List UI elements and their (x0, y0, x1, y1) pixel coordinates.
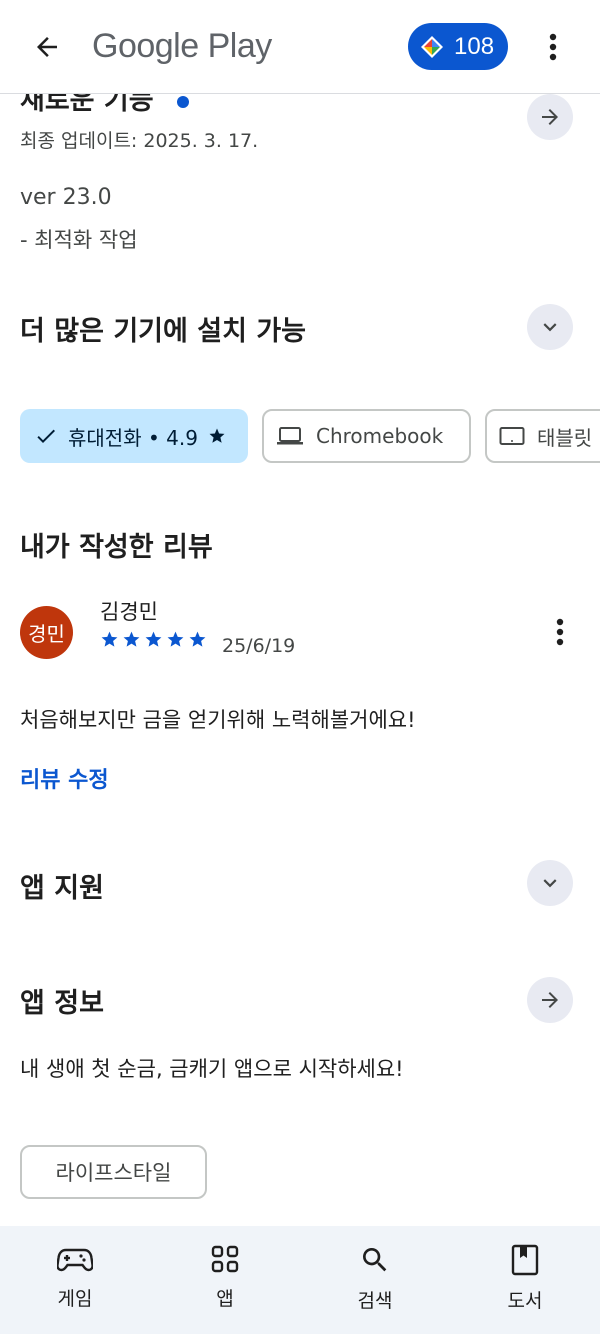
google-play-title: Google Play (92, 27, 272, 65)
tablet-icon (499, 427, 525, 445)
device-chip-chromebook-label: Chromebook (316, 424, 444, 448)
book-icon (511, 1244, 539, 1276)
whats-new-arrow-button[interactable] (527, 94, 573, 140)
nav-label-books: 도서 (507, 1290, 543, 1312)
nav-item-search[interactable]: 검색 (300, 1226, 450, 1334)
bottom-navigation: 게임 앱 검색 도서 (0, 1226, 600, 1334)
avatar: 경민 (20, 606, 73, 659)
device-chip-phone[interactable]: 휴대전화 • 4.9 (20, 409, 248, 463)
gamepad-icon (57, 1248, 93, 1272)
devices-expand-button[interactable] (527, 304, 573, 350)
star-icon (123, 631, 140, 647)
top-app-bar: Google Play 108 (0, 0, 600, 94)
my-review-title: 내가 작성한 리뷰 (20, 532, 213, 563)
play-points-diamond-icon (421, 35, 443, 58)
release-notes-text: - 최적화 작업 (20, 228, 138, 252)
review-more-button[interactable] (548, 612, 572, 652)
arrow-forward-icon (542, 992, 558, 1008)
about-app-title: 앱 정보 (20, 988, 104, 1019)
arrow-back-icon (37, 37, 57, 57)
star-icon (145, 631, 162, 647)
category-tag-chip[interactable]: 라이프스타일 (20, 1145, 207, 1199)
device-chip-phone-label: 휴대전화 • 4.9 (68, 425, 198, 450)
chevron-down-icon (543, 323, 557, 332)
check-icon (37, 429, 55, 443)
play-points-count: 108 (454, 32, 495, 60)
star-icon (101, 631, 118, 647)
version-text: ver 23.0 (20, 185, 112, 210)
back-button[interactable] (22, 24, 72, 70)
device-chip-tablet-label: 태블릿 (537, 425, 593, 450)
rating-stars (100, 630, 207, 649)
play-points-badge[interactable]: 108 (408, 23, 508, 70)
chevron-down-icon (543, 879, 557, 888)
last-updated-text: 최종 업데이트: 2025. 3. 17. (20, 130, 259, 152)
more-options-button[interactable] (538, 28, 568, 66)
apps-grid-icon (211, 1245, 239, 1273)
nav-label-search: 검색 (357, 1290, 393, 1312)
star-icon (167, 631, 184, 647)
new-indicator-dot (177, 96, 189, 108)
star-icon (209, 428, 225, 443)
edit-review-link[interactable]: 리뷰 수정 (20, 762, 109, 794)
app-support-title: 앱 지원 (20, 873, 104, 904)
review-date: 25/6/19 (222, 635, 296, 657)
more-vert-icon (549, 33, 557, 61)
nav-item-apps[interactable]: 앱 (150, 1226, 300, 1334)
device-chip-tablet[interactable]: 태블릿 (485, 409, 600, 463)
search-icon (363, 1248, 387, 1272)
app-support-expand-button[interactable] (527, 860, 573, 906)
nav-label-games: 게임 (57, 1288, 93, 1310)
app-description: 내 생애 첫 순금, 금캐기 앱으로 시작하세요! (20, 1057, 404, 1081)
star-icon (189, 631, 206, 647)
arrow-forward-icon (542, 109, 558, 125)
reviewer-name: 김경민 (100, 600, 158, 624)
nav-item-games[interactable]: 게임 (0, 1226, 150, 1334)
nav-item-books[interactable]: 도서 (450, 1226, 600, 1334)
more-vert-icon (556, 618, 564, 646)
review-text: 처음해보지만 금을 얻기위해 노력해볼거에요! (20, 708, 416, 732)
nav-label-apps: 앱 (216, 1288, 234, 1310)
devices-section-title: 더 많은 기기에 설치 가능 (20, 316, 306, 347)
device-chip-chromebook[interactable]: Chromebook (262, 409, 471, 463)
laptop-icon (277, 427, 303, 445)
about-app-arrow-button[interactable] (527, 977, 573, 1023)
